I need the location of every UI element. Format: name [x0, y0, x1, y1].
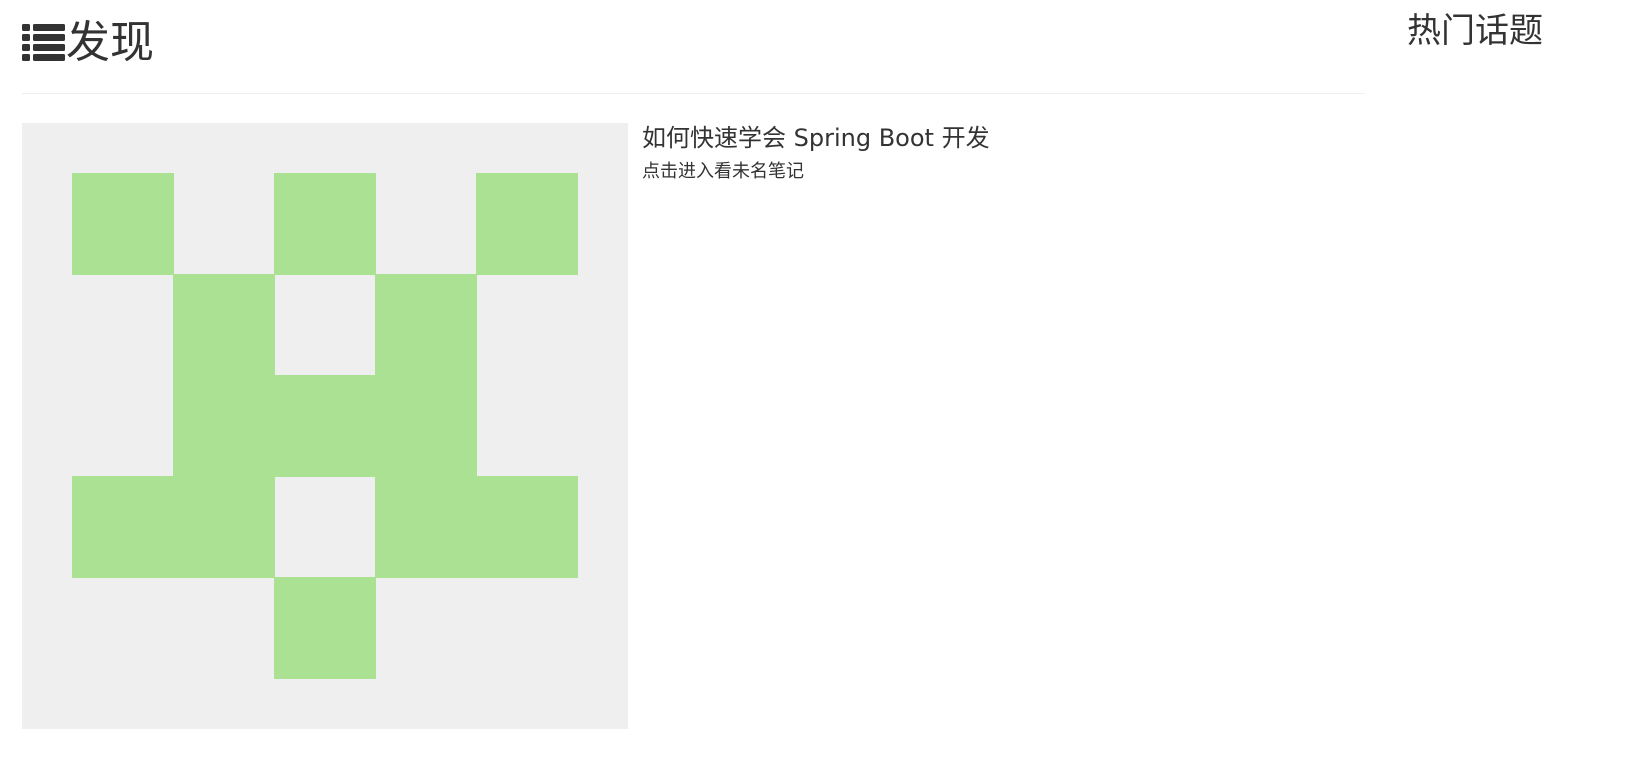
post-avatar-identicon[interactable] — [22, 123, 628, 729]
page-title: 发现 — [66, 17, 154, 68]
main-column: 发现 如何快速学会 Spring Boot 开发 点击进入看未名笔记 — [22, 0, 1365, 729]
sidebar-title: 热门话题 — [1407, 11, 1543, 51]
post-description: 点击进入看未名笔记 — [642, 161, 804, 182]
post-title-link[interactable]: 如何快速学会 Spring Boot 开发 — [642, 123, 990, 153]
page: 发现 如何快速学会 Spring Boot 开发 点击进入看未名笔记 热门话题 — [0, 0, 1630, 775]
page-heading: 发现 — [22, 0, 1365, 82]
post-item: 如何快速学会 Spring Boot 开发 点击进入看未名笔记 — [22, 123, 1365, 729]
post-body: 如何快速学会 Spring Boot 开发 点击进入看未名笔记 — [642, 123, 990, 729]
heading-divider — [22, 93, 1365, 94]
list-icon — [22, 22, 66, 62]
